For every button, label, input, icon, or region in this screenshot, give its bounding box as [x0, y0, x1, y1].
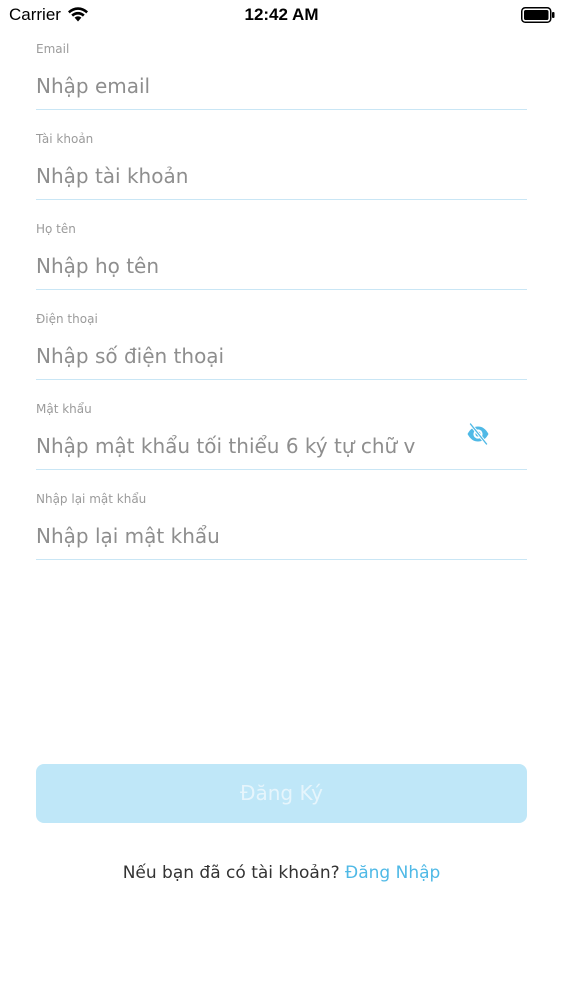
password-label: Mật khẩu — [36, 402, 92, 416]
fullname-divider — [36, 289, 527, 290]
password-field: Mật khẩu — [36, 400, 527, 490]
clock: 12:42 AM — [244, 5, 319, 24]
email-divider — [36, 109, 527, 110]
confirm-password-input[interactable] — [36, 520, 527, 552]
username-label: Tài khoản — [36, 132, 94, 146]
fullname-input[interactable] — [36, 250, 527, 282]
status-bar: Carrier 12:42 AM — [0, 0, 563, 30]
password-divider — [36, 469, 527, 470]
phone-input[interactable] — [36, 340, 527, 372]
eye-slash-icon[interactable] — [466, 422, 490, 446]
phone-divider — [36, 379, 527, 380]
fullname-label: Họ tên — [36, 222, 76, 236]
email-label: Email — [36, 42, 70, 56]
battery-icon — [521, 7, 555, 23]
email-field: Email — [36, 40, 527, 130]
email-input[interactable] — [36, 70, 527, 102]
phone-field: Điện thoại — [36, 310, 527, 400]
phone-label: Điện thoại — [36, 312, 98, 326]
login-link[interactable]: Đăng Nhập — [345, 863, 440, 883]
confirm-password-field: Nhập lại mật khẩu — [36, 490, 527, 580]
username-field: Tài khoản — [36, 130, 527, 220]
login-prompt: Nếu bạn đã có tài khoản? Đăng Nhập — [0, 863, 563, 883]
register-button[interactable]: Đăng Ký — [36, 764, 527, 823]
register-form: Email Tài khoản Họ tên Điện thoại Mật kh… — [36, 40, 527, 580]
password-input[interactable] — [36, 430, 429, 462]
fullname-field: Họ tên — [36, 220, 527, 310]
confirm-password-divider — [36, 559, 527, 560]
confirm-password-label: Nhập lại mật khẩu — [36, 492, 147, 506]
username-divider — [36, 199, 527, 200]
login-prompt-text: Nếu bạn đã có tài khoản? — [122, 863, 346, 883]
username-input[interactable] — [36, 160, 527, 192]
